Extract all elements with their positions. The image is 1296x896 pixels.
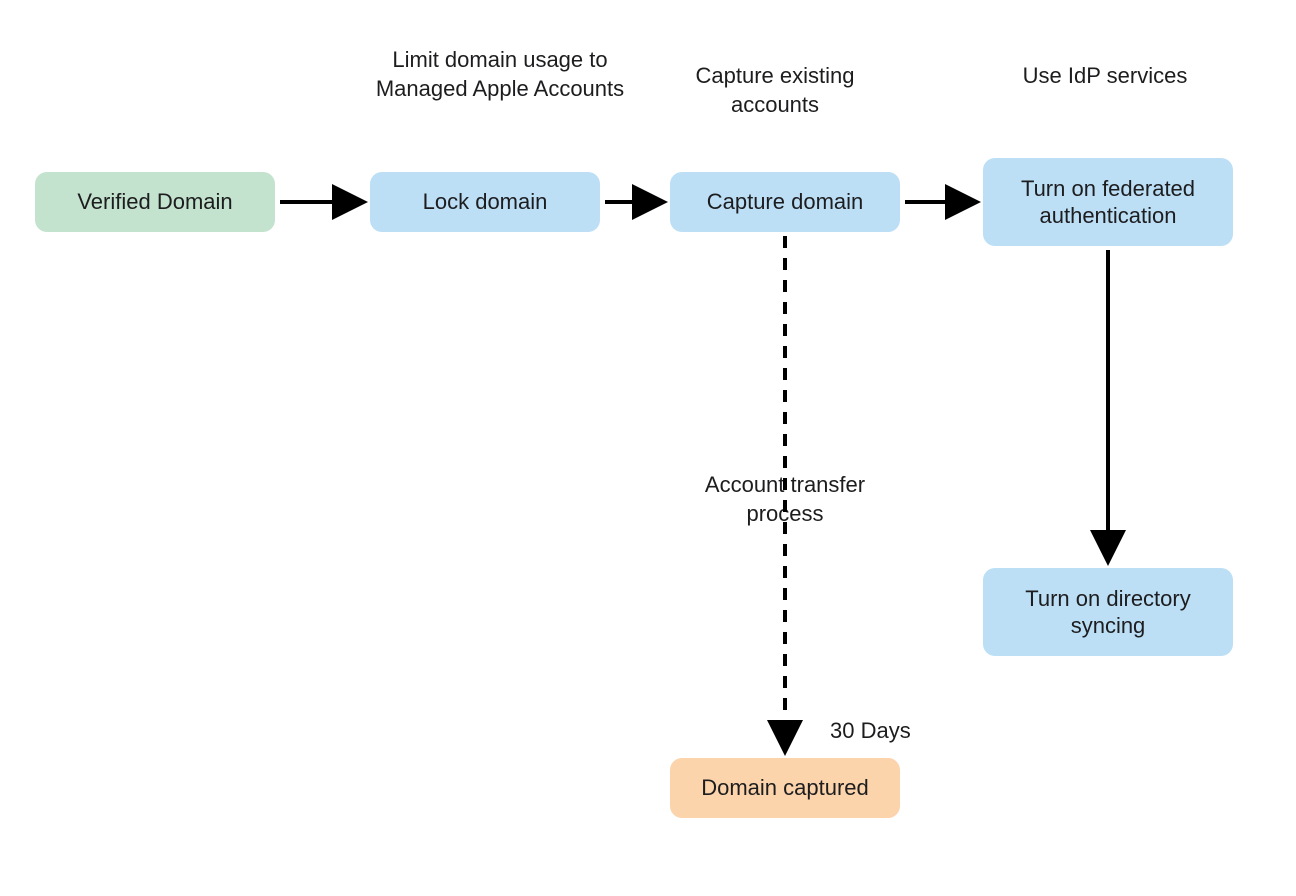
label-duration: 30 Days: [830, 718, 911, 744]
arrows-layer: [0, 0, 1296, 896]
caption-lock: Limit domain usage to Managed Apple Acco…: [370, 46, 630, 103]
node-verified-domain-label: Verified Domain: [77, 188, 232, 216]
node-federated-auth: Turn on federated authentication: [983, 158, 1233, 246]
node-verified-domain: Verified Domain: [35, 172, 275, 232]
caption-capture: Capture existing accounts: [660, 62, 890, 119]
node-federated-auth-label: Turn on federated authentication: [997, 175, 1219, 230]
node-domain-captured-label: Domain captured: [701, 774, 869, 802]
node-lock-domain: Lock domain: [370, 172, 600, 232]
node-directory-syncing: Turn on directory syncing: [983, 568, 1233, 656]
node-lock-domain-label: Lock domain: [423, 188, 548, 216]
node-capture-domain: Capture domain: [670, 172, 900, 232]
caption-federated: Use IdP services: [1000, 62, 1210, 91]
label-account-transfer: Account transfer process: [665, 465, 905, 534]
node-directory-syncing-label: Turn on directory syncing: [997, 585, 1219, 640]
node-domain-captured: Domain captured: [670, 758, 900, 818]
node-capture-domain-label: Capture domain: [707, 188, 864, 216]
flow-diagram: Limit domain usage to Managed Apple Acco…: [0, 0, 1296, 896]
